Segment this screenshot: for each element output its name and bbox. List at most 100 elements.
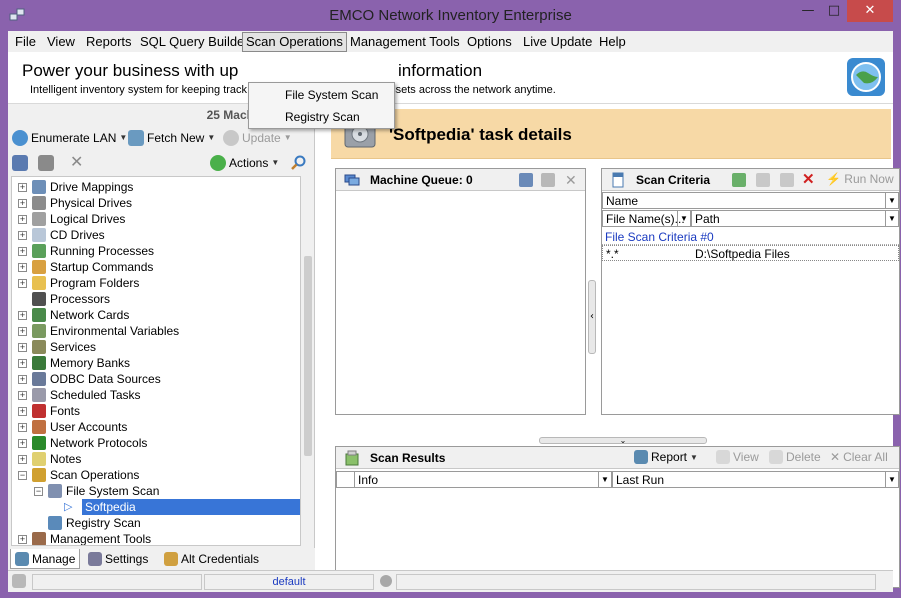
menu-reports[interactable]: Reports bbox=[83, 33, 135, 51]
tree-item[interactable]: + Drive Mappings bbox=[12, 179, 300, 195]
tree-item[interactable]: + Notes bbox=[12, 451, 300, 467]
column-name[interactable]: Name ▼ bbox=[602, 192, 899, 209]
report-button[interactable]: Report ▼ bbox=[634, 450, 698, 464]
expand-icon[interactable]: + bbox=[18, 343, 27, 352]
scrollbar-thumb[interactable] bbox=[304, 256, 312, 456]
tree-scrollbar[interactable] bbox=[302, 176, 314, 546]
maximize-button[interactable]: □ bbox=[821, 0, 847, 22]
expand-icon[interactable]: + bbox=[18, 455, 27, 464]
tree-item[interactable]: + Environmental Variables bbox=[12, 323, 300, 339]
chevron-down-icon[interactable]: ▼ bbox=[119, 129, 127, 147]
queue-edit-icon[interactable] bbox=[541, 173, 555, 187]
expand-icon[interactable]: + bbox=[18, 359, 27, 368]
tab-settings[interactable]: Settings bbox=[88, 549, 148, 569]
expand-icon[interactable]: + bbox=[18, 199, 27, 208]
menu-sql-query-builder[interactable]: SQL Query Builder bbox=[137, 33, 252, 51]
chevron-down-icon[interactable]: ▼ bbox=[690, 453, 698, 462]
chevron-down-icon[interactable]: ▼ bbox=[284, 129, 292, 147]
expand-icon[interactable]: + bbox=[18, 215, 27, 224]
menu-scan-operations[interactable]: Scan Operations bbox=[242, 32, 347, 52]
expand-icon[interactable]: + bbox=[18, 439, 27, 448]
column-file-names[interactable]: File Name(s)... ▼ bbox=[602, 210, 691, 227]
queue-close-icon[interactable]: ✕ bbox=[565, 173, 579, 187]
tree-item[interactable]: + Network Protocols bbox=[12, 435, 300, 451]
tree-item[interactable]: + Program Folders bbox=[12, 275, 300, 291]
tab-alt-credentials[interactable]: Alt Credentials bbox=[164, 549, 259, 569]
tree-item[interactable]: + Network Cards bbox=[12, 307, 300, 323]
remove-button[interactable]: ✕ bbox=[70, 154, 83, 172]
update-button[interactable]: Update ▼ bbox=[223, 129, 292, 147]
criteria-add-icon[interactable] bbox=[732, 173, 746, 187]
chevron-down-icon[interactable]: ▼ bbox=[885, 211, 898, 226]
column-last-run[interactable]: Last Run ▼ bbox=[612, 471, 899, 488]
tree-item[interactable]: Processors bbox=[12, 291, 300, 307]
expand-icon[interactable]: + bbox=[18, 423, 27, 432]
run-now-button[interactable]: ⚡ Run Now bbox=[826, 172, 894, 186]
collapse-icon[interactable]: − bbox=[18, 471, 27, 480]
chevron-down-icon[interactable]: ▼ bbox=[677, 211, 690, 226]
dropdown-item-file-system-scan[interactable]: File System Scan bbox=[285, 86, 378, 104]
tree-item[interactable]: + Scheduled Tasks bbox=[12, 387, 300, 403]
tree-item[interactable]: + User Accounts bbox=[12, 419, 300, 435]
search-button[interactable] bbox=[290, 154, 306, 172]
chevron-down-icon[interactable]: ▼ bbox=[207, 129, 215, 147]
tree-item[interactable]: ▷ Softpedia bbox=[12, 499, 300, 515]
tree-item[interactable]: − File System Scan bbox=[12, 483, 300, 499]
delete-button[interactable]: Delete bbox=[769, 450, 821, 464]
criteria-group-row[interactable]: File Scan Criteria #0 bbox=[602, 229, 899, 245]
tree-item[interactable]: + Startup Commands bbox=[12, 259, 300, 275]
menu-options[interactable]: Options bbox=[464, 33, 515, 51]
chevron-down-icon[interactable]: ▼ bbox=[885, 472, 898, 487]
chevron-down-icon[interactable]: ▼ bbox=[598, 472, 611, 487]
tree-item[interactable]: + Memory Banks bbox=[12, 355, 300, 371]
collapse-left-handle[interactable]: ‹ bbox=[588, 280, 596, 354]
tree-item[interactable]: + Running Processes bbox=[12, 243, 300, 259]
tree-item[interactable]: + Logical Drives bbox=[12, 211, 300, 227]
tree-item[interactable]: + Physical Drives bbox=[12, 195, 300, 211]
column-info[interactable]: Info ▼ bbox=[354, 471, 612, 488]
tree-item[interactable]: + ODBC Data Sources bbox=[12, 371, 300, 387]
chevron-down-icon[interactable]: ▼ bbox=[271, 154, 279, 172]
expand-icon[interactable]: + bbox=[18, 263, 27, 272]
close-button[interactable]: ✕ bbox=[847, 0, 893, 22]
expand-icon[interactable]: + bbox=[18, 391, 27, 400]
criteria-delete-icon[interactable]: ✕ bbox=[802, 172, 816, 187]
criteria-copy-icon[interactable] bbox=[780, 173, 794, 187]
add-machine-button[interactable] bbox=[12, 154, 28, 172]
tree-item[interactable]: + Fonts bbox=[12, 403, 300, 419]
criteria-row[interactable]: *.* D:\Softpedia Files bbox=[602, 245, 899, 261]
queue-add-icon[interactable] bbox=[519, 173, 533, 187]
collapse-icon[interactable]: − bbox=[34, 487, 43, 496]
collapse-bottom-handle[interactable]: ⌄ bbox=[539, 437, 707, 445]
expand-icon[interactable]: + bbox=[18, 279, 27, 288]
dropdown-item-registry-scan[interactable]: Registry Scan bbox=[285, 108, 360, 126]
expand-icon[interactable]: + bbox=[18, 247, 27, 256]
expand-icon[interactable]: + bbox=[18, 407, 27, 416]
fetch-new-button[interactable]: Fetch New ▼ bbox=[128, 129, 215, 147]
tree-item[interactable]: + Management Tools bbox=[12, 531, 300, 545]
enumerate-lan-button[interactable]: Enumerate LAN ▼ bbox=[12, 129, 127, 147]
menu-view[interactable]: View bbox=[44, 33, 78, 51]
expand-icon[interactable]: + bbox=[18, 327, 27, 336]
tree-item[interactable]: Registry Scan bbox=[12, 515, 300, 531]
menu-file[interactable]: File bbox=[12, 33, 39, 51]
criteria-edit-icon[interactable] bbox=[756, 173, 770, 187]
edit-machine-button[interactable] bbox=[38, 154, 54, 172]
expand-icon[interactable]: + bbox=[18, 375, 27, 384]
tree-item[interactable]: − Scan Operations bbox=[12, 467, 300, 483]
view-button[interactable]: View bbox=[716, 450, 759, 464]
expand-icon[interactable]: + bbox=[18, 311, 27, 320]
expand-icon[interactable]: + bbox=[18, 231, 27, 240]
tree-item[interactable]: + CD Drives bbox=[12, 227, 300, 243]
tree-item[interactable]: + Services bbox=[12, 339, 300, 355]
clear-all-button[interactable]: ✕ Clear All bbox=[830, 450, 888, 464]
expand-icon[interactable]: + bbox=[18, 183, 27, 192]
actions-button[interactable]: Actions ▼ bbox=[210, 154, 279, 172]
chevron-down-icon[interactable]: ▼ bbox=[885, 193, 898, 208]
menu-help[interactable]: Help bbox=[596, 33, 629, 51]
column-path[interactable]: Path ▼ bbox=[691, 210, 899, 227]
menu-management-tools[interactable]: Management Tools bbox=[347, 33, 463, 51]
menu-live-update[interactable]: Live Update bbox=[520, 33, 595, 51]
expand-icon[interactable]: + bbox=[18, 535, 27, 544]
minimize-button[interactable]: — bbox=[795, 0, 821, 22]
